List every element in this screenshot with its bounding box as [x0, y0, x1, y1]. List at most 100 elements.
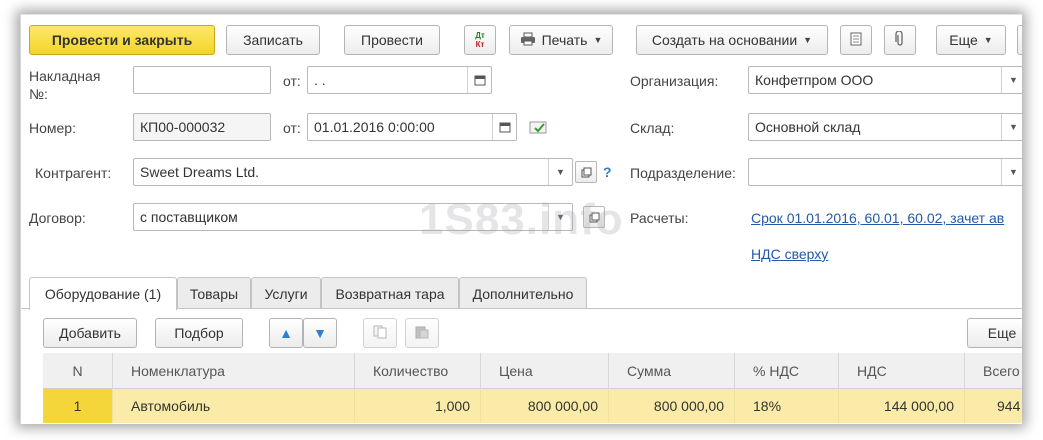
warehouse-label: Склад:	[630, 120, 675, 136]
table-cell-n[interactable]: 1	[43, 389, 113, 423]
invoice-date-value: . .	[314, 72, 326, 88]
post-and-close-label: Провести и закрыть	[51, 32, 193, 48]
table-cell-total[interactable]: 944	[965, 389, 1022, 423]
counterparty-value: Sweet Dreams Ltd.	[140, 164, 260, 180]
open-counterparty-icon[interactable]	[575, 161, 597, 183]
column-header-n[interactable]: N	[43, 353, 113, 389]
save-label: Записать	[243, 32, 303, 48]
warehouse-value: Основной склад	[755, 119, 861, 135]
add-button[interactable]: Добавить	[43, 318, 137, 348]
check-document-icon[interactable]	[529, 119, 549, 138]
chevron-down-icon[interactable]: ▼	[1001, 114, 1022, 140]
attach-button[interactable]	[884, 25, 916, 55]
column-header-quantity[interactable]: Количество	[355, 353, 481, 389]
kt-text: Кт	[475, 40, 485, 49]
vat-link[interactable]: НДС сверху	[751, 246, 828, 262]
document-form: Провести и закрыть Записать Провести Дт …	[20, 14, 1022, 424]
table-more-label: Еще	[987, 325, 1017, 341]
tab-services[interactable]: Услуги	[251, 277, 321, 309]
tab-equipment[interactable]: Оборудование (1)	[29, 277, 177, 310]
chevron-down-icon[interactable]: ▼	[1001, 159, 1022, 185]
tab-additional-label: Дополнительно	[472, 285, 574, 302]
add-label: Добавить	[59, 325, 121, 341]
select-button[interactable]: Подбор	[155, 318, 243, 348]
print-label: Печать	[541, 32, 588, 48]
warehouse-field[interactable]: Основной склад ▼	[748, 113, 1022, 141]
date-field[interactable]: 01.01.2016 0:00:00	[307, 113, 517, 141]
invoice-number-label: Накладная №:	[29, 68, 101, 102]
paste-button[interactable]	[405, 318, 439, 348]
arrow-down-icon: ▼	[313, 325, 327, 341]
tab-services-label: Услуги	[264, 285, 308, 302]
table-cell-vat-rate[interactable]: 18%	[735, 389, 839, 423]
counterparty-label: Контрагент:	[35, 165, 112, 181]
chevron-down-icon: ▼	[593, 35, 603, 45]
more-button[interactable]: Еще ▼	[936, 25, 1006, 55]
report-button[interactable]	[840, 25, 872, 55]
post-button[interactable]: Провести	[344, 25, 440, 55]
contract-label: Договор:	[29, 210, 86, 226]
number-field[interactable]: КП00-000032	[133, 113, 271, 141]
arrow-up-icon: ▲	[279, 325, 293, 341]
organization-field[interactable]: Конфетпром ООО ▼	[748, 66, 1022, 94]
organization-value: Конфетпром ООО	[755, 72, 874, 88]
paste-icon	[415, 325, 429, 342]
tab-goods[interactable]: Товары	[177, 277, 251, 309]
table-cell-price[interactable]: 800 000,00	[481, 389, 609, 423]
settlements-link[interactable]: Срок 01.01.2016, 60.01, 60.02, зачет ав	[751, 210, 1004, 226]
table-cell-item[interactable]: Автомобиль	[113, 389, 355, 423]
watermark: 1S83.info	[419, 195, 624, 244]
number-value: КП00-000032	[140, 119, 226, 135]
move-down-button[interactable]: ▼	[303, 318, 337, 348]
printer-icon	[520, 32, 536, 49]
invoice-date-label: от:	[283, 73, 301, 89]
chevron-down-icon[interactable]: ▼	[548, 159, 572, 185]
table-cell-vat[interactable]: 144 000,00	[839, 389, 965, 423]
dt-kt-button[interactable]: Дт Кт	[464, 25, 496, 55]
column-header-total[interactable]: Всего	[965, 353, 1022, 389]
create-based-on-label: Создать на основании	[651, 32, 798, 48]
more-label: Еще	[949, 32, 978, 48]
calendar-icon[interactable]	[492, 114, 516, 140]
create-based-on-button[interactable]: Создать на основании ▼	[636, 25, 828, 55]
dt-text: Дт	[475, 31, 485, 40]
document-icon	[850, 32, 862, 49]
tab-equipment-label: Оборудование (1)	[44, 286, 162, 302]
help-button[interactable]	[1017, 25, 1022, 55]
table-cell-quantity[interactable]: 1,000	[355, 389, 481, 423]
dt-kt-icon: Дт Кт	[475, 31, 485, 49]
division-field[interactable]: ▼	[748, 158, 1022, 186]
post-and-close-button[interactable]: Провести и закрыть	[29, 25, 215, 55]
date-label: от:	[283, 120, 301, 136]
help-icon[interactable]: ?	[603, 164, 612, 180]
select-label: Подбор	[174, 325, 224, 341]
date-value: 01.01.2016 0:00:00	[314, 119, 435, 135]
copy-button[interactable]	[363, 318, 397, 348]
save-button[interactable]: Записать	[226, 25, 320, 55]
chevron-down-icon: ▼	[803, 35, 813, 45]
column-header-sum[interactable]: Сумма	[609, 353, 735, 389]
print-button[interactable]: Печать ▼	[509, 25, 613, 55]
chevron-down-icon[interactable]: ▼	[1001, 67, 1022, 93]
counterparty-field[interactable]: Sweet Dreams Ltd. ▼	[133, 158, 573, 186]
paperclip-icon	[895, 29, 905, 50]
column-header-vat[interactable]: НДС	[839, 353, 965, 389]
move-up-button[interactable]: ▲	[269, 318, 303, 348]
chevron-down-icon: ▼	[983, 35, 993, 45]
column-header-vat-rate[interactable]: % НДС	[735, 353, 839, 389]
division-label: Подразделение:	[630, 165, 736, 181]
column-header-item[interactable]: Номенклатура	[113, 353, 355, 389]
column-header-price[interactable]: Цена	[481, 353, 609, 389]
invoice-number-field[interactable]	[133, 66, 271, 94]
post-label: Провести	[361, 32, 423, 48]
tab-returnable-packaging-label: Возвратная тара	[335, 285, 445, 302]
table-more-button[interactable]: Еще	[967, 318, 1022, 348]
tab-goods-label: Товары	[189, 285, 239, 302]
organization-label: Организация:	[630, 73, 719, 89]
calendar-icon[interactable]	[467, 67, 491, 93]
invoice-date-field[interactable]: . .	[307, 66, 492, 94]
tab-returnable-packaging[interactable]: Возвратная тара	[321, 277, 459, 309]
number-label: Номер:	[29, 120, 76, 136]
tab-additional[interactable]: Дополнительно	[459, 277, 587, 309]
table-cell-sum[interactable]: 800 000,00	[609, 389, 735, 423]
